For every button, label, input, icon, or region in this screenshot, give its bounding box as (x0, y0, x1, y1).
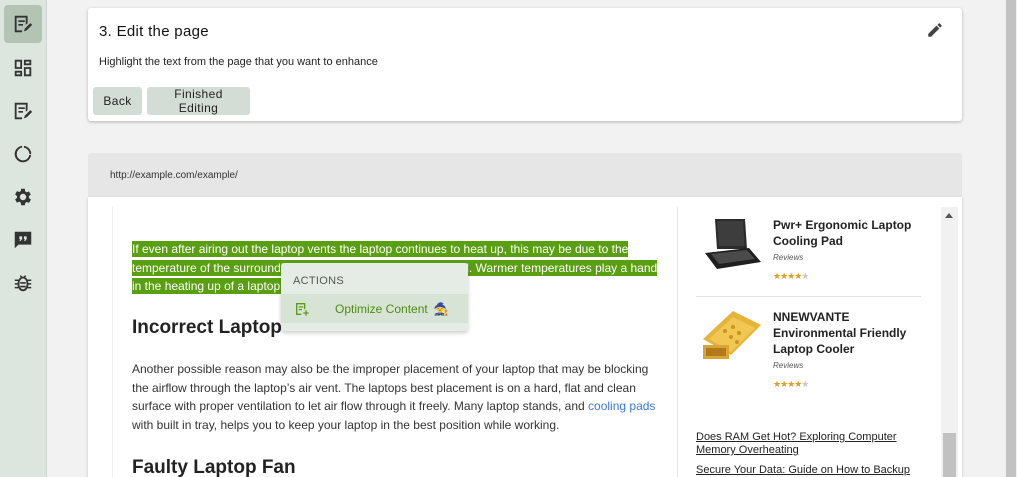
sidebar-item-settings[interactable] (4, 178, 42, 216)
sidebar-item-dashboard[interactable] (4, 49, 42, 87)
product-reviews-label: Reviews (773, 361, 804, 370)
optimize-content-label: Optimize Content (335, 301, 428, 316)
sidebar-item-feedback[interactable] (4, 221, 42, 259)
divider (696, 296, 921, 297)
dashboard-icon (14, 59, 32, 77)
scroll-up-icon[interactable] (945, 213, 953, 218)
bug-icon (14, 275, 32, 292)
card-description: Highlight the text from the page that yo… (99, 56, 378, 68)
actions-popup: ACTIONS Optimize Content 🧙 (281, 263, 468, 331)
product-image (703, 311, 761, 359)
back-button[interactable]: Back (93, 87, 142, 115)
wizard-icon: 🧙 (433, 301, 449, 316)
left-sidebar (0, 0, 47, 477)
article-content: If even after airing out the laptop vent… (112, 207, 678, 477)
product-rating: ★★★★★ (773, 379, 809, 389)
related-link[interactable]: Does RAM Get Hot? Exploring Computer Mem… (696, 431, 921, 457)
page-preview: If even after airing out the laptop vent… (88, 197, 962, 477)
product-name: Pwr+ Ergonomic Laptop Cooling Pad (773, 218, 912, 248)
product-reviews-label: Reviews (773, 253, 804, 262)
paragraph-text-end: with built in tray, helps you to keep yo… (132, 417, 560, 432)
actions-header: ACTIONS (293, 275, 344, 287)
product-image (705, 219, 761, 269)
heading-incorrect-laptop: Incorrect Laptop (132, 317, 282, 338)
sidebar-item-edit[interactable] (4, 5, 42, 43)
url-bar: http://example.com/example/ (88, 153, 962, 197)
heading-faulty-laptop-fan: Faulty Laptop Fan (132, 457, 296, 477)
page-scrollbar-thumb[interactable] (1006, 0, 1016, 477)
product-card[interactable]: Pwr+ Ergonomic Laptop Cooling Pad Review… (696, 215, 921, 290)
pencil-icon[interactable] (926, 21, 944, 39)
feedback-icon (14, 231, 32, 249)
page-scrollbar[interactable] (1005, 0, 1017, 477)
gear-icon (15, 188, 31, 206)
sidebar-item-progress[interactable] (4, 135, 42, 173)
related-link[interactable]: Secure Your Data: Guide on How to Backup (696, 464, 921, 477)
optimize-content-action[interactable]: Optimize Content 🧙 (281, 294, 468, 323)
product-name: NNEWVANTE Environmental Friendly Laptop … (773, 310, 907, 356)
product-rating: ★★★★★ (773, 271, 809, 281)
finished-editing-button[interactable]: Finished Editing (147, 87, 250, 115)
edit-page-card: 3. Edit the page Highlight the text from… (88, 8, 962, 121)
product-card[interactable]: NNEWVANTE Environmental Friendly Laptop … (696, 309, 921, 394)
preview-scrollbar[interactable] (941, 207, 958, 477)
optimize-icon (296, 302, 309, 316)
document-list-icon (14, 102, 33, 120)
page-url: http://example.com/example/ (110, 170, 238, 181)
article-paragraph: Another possible reason may also be the … (132, 360, 662, 434)
progress-circle-icon (14, 145, 32, 163)
edit-document-icon (14, 15, 33, 33)
scrollbar-thumb[interactable] (943, 433, 956, 477)
sidebar-item-debug[interactable] (4, 264, 42, 302)
sidebar-item-documents[interactable] (4, 92, 42, 130)
paragraph-text: Another possible reason may also be the … (132, 362, 649, 413)
cooling-pads-link[interactable]: cooling pads (588, 399, 655, 413)
card-title: 3. Edit the page (99, 23, 209, 40)
